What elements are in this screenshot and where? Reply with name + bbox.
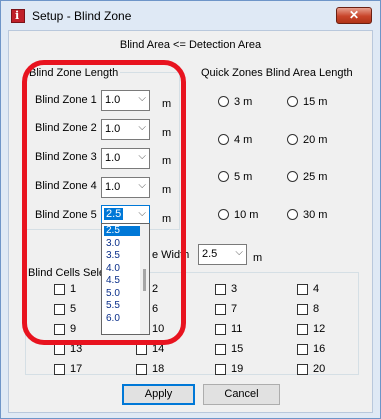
highlight-annotation	[22, 60, 186, 345]
chevron-down-icon: ⌵	[235, 247, 243, 258]
quick-zone-20m-label: 20 m	[303, 134, 328, 146]
blind-cell-7-checkbox[interactable]	[215, 304, 226, 315]
app-icon	[11, 9, 25, 23]
blind-cell-19-label: 19	[231, 363, 244, 375]
blind-cell-12-label: 12	[313, 323, 326, 335]
blind-cell-15-checkbox[interactable]	[215, 344, 226, 355]
blind-cell-20-checkbox[interactable]	[297, 364, 308, 375]
quick-zone-10m-label: 10 m	[234, 209, 259, 221]
blind-cell-18-checkbox[interactable]	[136, 364, 147, 375]
width-unit: m	[253, 252, 263, 264]
blind-cell-15-label: 15	[231, 343, 244, 355]
blind-cell-8-checkbox[interactable]	[297, 304, 308, 315]
quick-zones-title: Quick Zones Blind Area Length	[199, 67, 355, 79]
quick-zone-15m-label: 15 m	[303, 96, 328, 108]
quick-zone-3m-radio[interactable]	[218, 96, 229, 107]
apply-button[interactable]: Apply	[122, 384, 195, 405]
quick-zone-25m-label: 25 m	[303, 171, 328, 183]
quick-zone-3m-label: 3 m	[234, 96, 253, 108]
blind-cell-18-label: 18	[152, 363, 165, 375]
width-select[interactable]: 2.5 ⌵	[198, 244, 247, 265]
quick-zone-15m-radio[interactable]	[287, 96, 298, 107]
quick-zone-30m-label: 30 m	[303, 209, 328, 221]
blind-cell-13-checkbox[interactable]	[54, 344, 65, 355]
quick-zone-10m-radio[interactable]	[218, 209, 229, 220]
blind-cell-19-checkbox[interactable]	[215, 364, 226, 375]
quick-zone-4m-radio[interactable]	[218, 134, 229, 145]
blind-cell-12-checkbox[interactable]	[297, 324, 308, 335]
blind-cell-3-label: 3	[231, 283, 238, 295]
window-title: Setup - Blind Zone	[32, 9, 132, 23]
blind-cell-4-label: 4	[313, 283, 320, 295]
close-button[interactable]: ✕	[336, 7, 372, 24]
blind-cell-11-label: 11	[231, 323, 243, 335]
blind-cell-14-checkbox[interactable]	[136, 344, 147, 355]
blind-cell-3-checkbox[interactable]	[215, 284, 226, 295]
blind-cell-20-label: 20	[313, 363, 326, 375]
quick-zone-5m-label: 5 m	[234, 171, 253, 183]
quick-zone-4m-label: 4 m	[234, 134, 253, 146]
blind-cell-8-label: 8	[313, 303, 320, 315]
blind-cell-7-label: 7	[231, 303, 238, 315]
title-bar[interactable]: Setup - Blind Zone ✕	[1, 1, 380, 29]
blind-cell-17-label: 17	[70, 363, 83, 375]
cancel-button[interactable]: Cancel	[203, 384, 280, 405]
blind-cell-11-checkbox[interactable]	[215, 324, 226, 335]
width-value: 2.5	[202, 248, 218, 260]
blind-cell-16-checkbox[interactable]	[297, 344, 308, 355]
blind-cell-4-checkbox[interactable]	[297, 284, 308, 295]
blind-cell-16-label: 16	[313, 343, 326, 355]
quick-zone-20m-radio[interactable]	[287, 134, 298, 145]
blind-cell-17-checkbox[interactable]	[54, 364, 65, 375]
quick-zone-25m-radio[interactable]	[287, 171, 298, 182]
caption-text: Blind Area <= Detection Area	[119, 39, 262, 51]
quick-zone-30m-radio[interactable]	[287, 209, 298, 220]
quick-zone-5m-radio[interactable]	[218, 171, 229, 182]
